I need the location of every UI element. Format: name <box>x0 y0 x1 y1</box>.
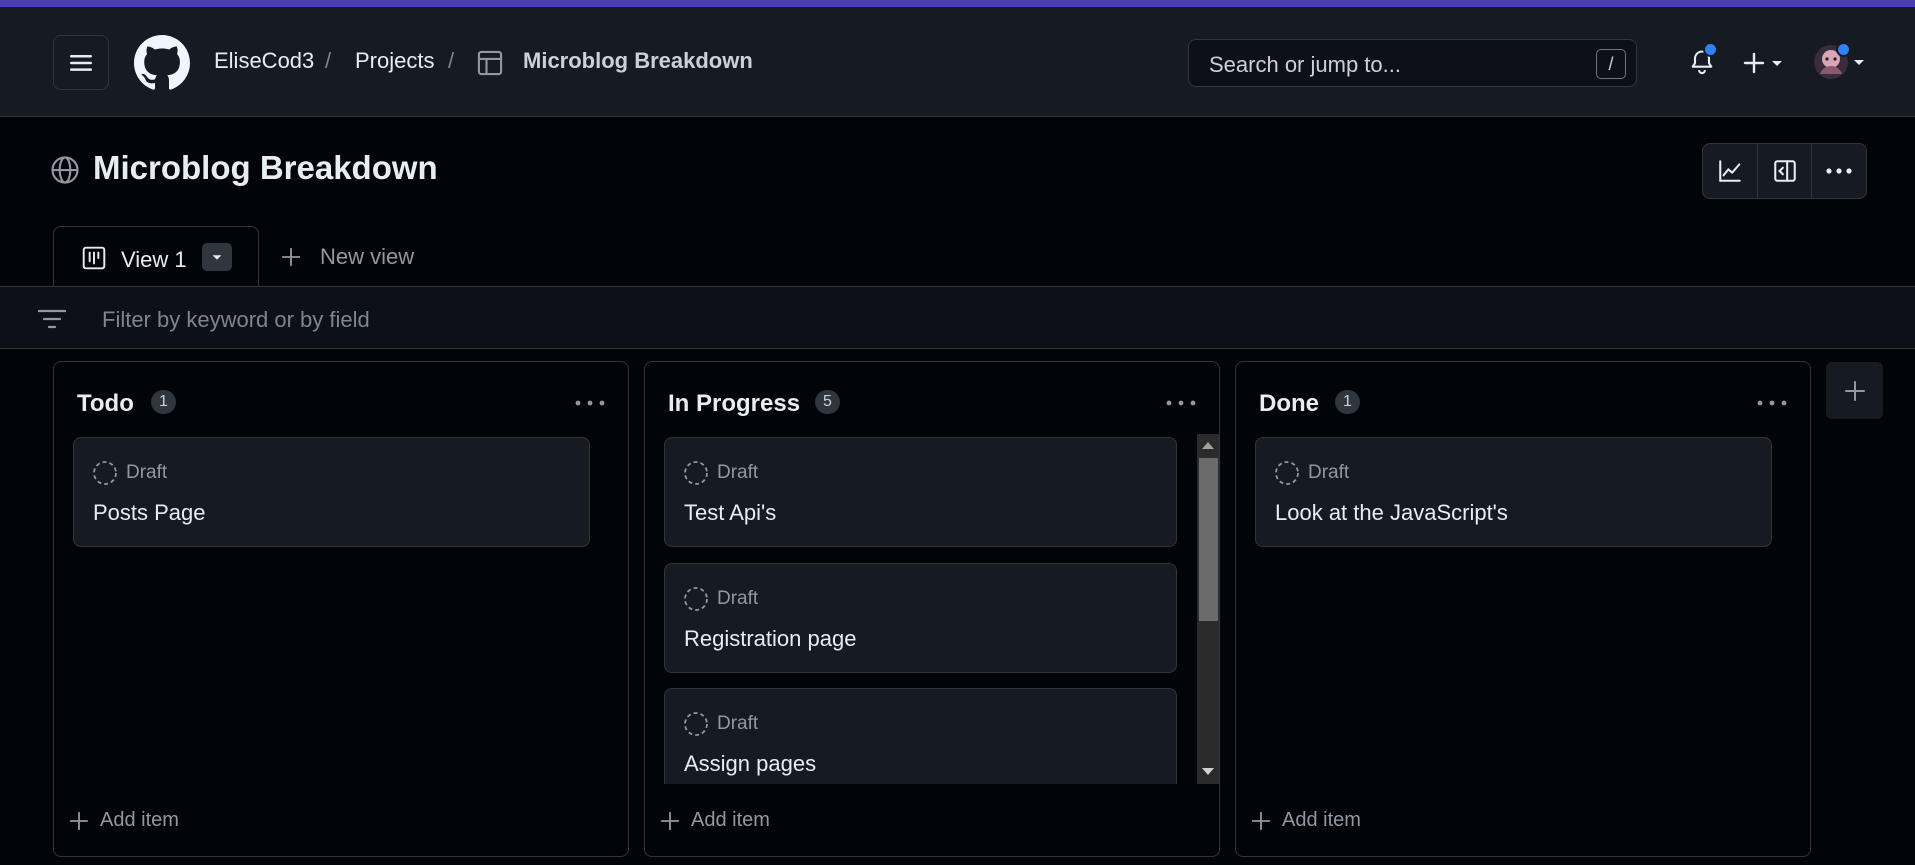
plus-icon <box>1844 380 1865 401</box>
board-card[interactable]: Draft Posts Page <box>73 437 590 547</box>
global-header: EliseCod3 / Projects / Microblog Breakdo… <box>0 7 1915 117</box>
kebab-horizontal-icon <box>575 400 605 406</box>
project-board-icon <box>82 246 106 270</box>
sidebar-expand-icon <box>1773 160 1796 182</box>
board-card[interactable]: Draft Assign pages <box>664 688 1177 784</box>
new-view-label: New view <box>320 244 415 269</box>
scroll-thumb[interactable] <box>1199 458 1218 621</box>
table-icon <box>477 50 503 76</box>
plus-icon <box>660 811 680 830</box>
board-column-done: Done 1 Draft Look at the JavaScript's Ad… <box>1235 361 1811 857</box>
card-title[interactable]: Posts Page <box>93 500 206 526</box>
card-status-label: Draft <box>717 713 759 734</box>
breadcrumb-owner[interactable]: EliseCod3 <box>214 48 314 74</box>
plus-icon <box>69 811 89 830</box>
tab-view-1[interactable]: View 1 <box>53 226 259 287</box>
draft-circle-icon <box>684 587 708 611</box>
kebab-horizontal-icon <box>1757 400 1787 406</box>
column-card-list[interactable]: Draft Test Api's Draft Registration page… <box>645 434 1219 784</box>
card-status: Draft <box>92 460 167 486</box>
notification-dot <box>1703 42 1718 57</box>
column-menu-button[interactable] <box>1755 392 1789 414</box>
hamburger-icon <box>70 54 92 71</box>
card-title[interactable]: Test Api's <box>684 500 776 526</box>
board-column-todo: Todo 1 Draft Posts Page Add item <box>53 361 629 857</box>
add-item-button[interactable]: Add item <box>68 809 179 832</box>
card-status: Draft <box>1274 460 1349 486</box>
new-view-button[interactable]: New view <box>280 244 414 270</box>
insights-button[interactable] <box>1703 144 1758 198</box>
column-title: In Progress <box>668 390 801 417</box>
tab-label: View 1 <box>121 247 187 272</box>
card-status-label: Draft <box>717 588 759 609</box>
column-menu-button[interactable] <box>1164 392 1198 414</box>
plus-icon <box>281 247 301 267</box>
column-count-badge: 1 <box>1335 390 1360 414</box>
board-column-in-progress: In Progress 5 Draft Test Api's Draft Reg… <box>644 361 1220 857</box>
search-placeholder: Search or jump to... <box>1209 52 1401 77</box>
add-item-label: Add item <box>1282 809 1361 831</box>
globe-icon <box>51 156 79 184</box>
draft-circle-icon <box>684 461 708 485</box>
board-card[interactable]: Draft Registration page <box>664 563 1177 673</box>
notifications-button[interactable] <box>1688 42 1718 77</box>
scroll-down-arrow[interactable] <box>1202 768 1214 775</box>
toggle-sidebar-button[interactable] <box>1758 144 1813 198</box>
search-input[interactable]: Search or jump to... / <box>1188 39 1637 87</box>
kebab-horizontal-icon <box>1826 168 1852 174</box>
create-new-button[interactable] <box>1742 51 1785 75</box>
draft-circle-icon <box>684 712 708 736</box>
triangle-down-icon <box>212 255 222 260</box>
column-title: Todo <box>77 390 134 417</box>
card-title[interactable]: Assign pages <box>684 751 816 777</box>
breadcrumb-separator: / <box>448 48 455 73</box>
add-item-button[interactable]: Add item <box>659 809 770 832</box>
breadcrumb-separator: / <box>325 48 332 73</box>
card-title[interactable]: Look at the JavaScript's <box>1275 500 1508 526</box>
card-status: Draft <box>683 711 758 737</box>
draft-circle-icon <box>1275 461 1299 485</box>
filter-bar[interactable]: Filter by keyword or by field <box>0 286 1915 349</box>
scroll-up-arrow[interactable] <box>1202 442 1214 449</box>
card-title[interactable]: Registration page <box>684 626 856 652</box>
draft-circle-icon <box>93 461 117 485</box>
top-accent-strip <box>0 0 1915 7</box>
add-column-button[interactable] <box>1826 362 1883 419</box>
card-status-label: Draft <box>1308 462 1350 483</box>
kebab-horizontal-icon <box>1166 400 1196 406</box>
project-toolbar <box>1702 143 1867 199</box>
column-menu-button[interactable] <box>573 392 607 414</box>
triangle-down-icon <box>1854 60 1864 65</box>
card-status: Draft <box>683 586 758 612</box>
board-card[interactable]: Draft Test Api's <box>664 437 1177 547</box>
column-count-badge: 1 <box>151 390 176 414</box>
breadcrumb-project[interactable]: Microblog Breakdown <box>523 48 753 74</box>
add-item-label: Add item <box>691 809 770 831</box>
project-more-button[interactable] <box>1812 144 1866 198</box>
column-scrollbar[interactable] <box>1197 434 1219 784</box>
github-logo[interactable] <box>134 35 190 91</box>
project-title: Microblog Breakdown <box>93 149 438 186</box>
filter-input[interactable]: Filter by keyword or by field <box>102 307 370 333</box>
column-title: Done <box>1259 390 1319 417</box>
board-card[interactable]: Draft Look at the JavaScript's <box>1255 437 1772 547</box>
breadcrumb-projects[interactable]: Projects <box>355 48 434 74</box>
card-status: Draft <box>683 460 758 486</box>
view-options-button[interactable] <box>202 243 232 271</box>
hamburger-menu-button[interactable] <box>53 35 109 90</box>
status-dot <box>1836 42 1851 57</box>
add-item-label: Add item <box>100 809 179 831</box>
search-shortcut-key: / <box>1596 49 1626 79</box>
triangle-down-icon <box>1772 61 1782 66</box>
plus-icon <box>1743 52 1765 74</box>
card-status-label: Draft <box>717 462 759 483</box>
add-item-button[interactable]: Add item <box>1250 809 1361 832</box>
user-menu-button[interactable] <box>1813 42 1867 80</box>
card-status-label: Draft <box>126 462 168 483</box>
plus-icon <box>1251 811 1271 830</box>
graph-icon <box>1719 160 1741 182</box>
filter-icon <box>38 309 66 329</box>
column-count-badge: 5 <box>815 390 840 414</box>
